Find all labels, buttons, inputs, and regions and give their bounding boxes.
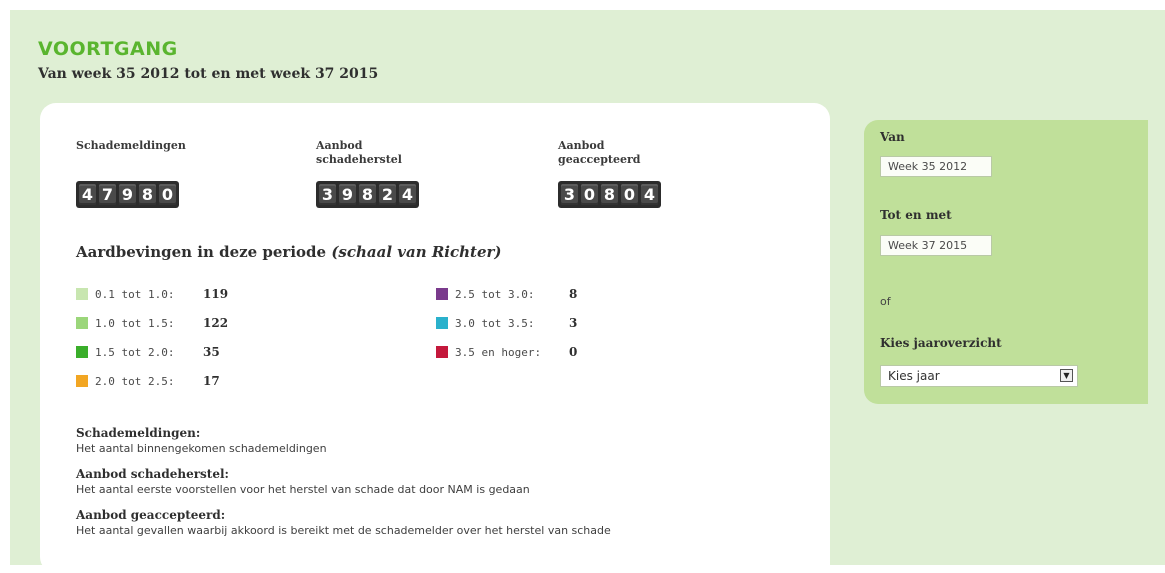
legend-item: 0.1 tot 1.0: 119 xyxy=(76,286,228,302)
counter-digit: 7 xyxy=(99,184,116,205)
legend-item: 1.0 tot 1.5: 122 xyxy=(76,315,228,331)
definition-title: Aanbod schadeherstel: xyxy=(76,467,229,481)
counter-digit: 8 xyxy=(139,184,156,205)
counter-digit: 0 xyxy=(581,184,598,205)
counter-label: Aanbod schadeherstel xyxy=(316,139,402,166)
to-week-input[interactable] xyxy=(880,235,992,256)
legend-item: 2.5 tot 3.0: 8 xyxy=(436,286,577,302)
legend-item: 3.0 tot 3.5: 3 xyxy=(436,315,577,331)
definition-title: Schademeldingen: xyxy=(76,426,201,440)
legend-count: 35 xyxy=(203,345,220,359)
legend-item: 3.5 en hoger: 0 xyxy=(436,344,577,360)
legend-swatch xyxy=(436,288,448,300)
counter-digit: 0 xyxy=(621,184,638,205)
counter-digit: 4 xyxy=(399,184,416,205)
progress-card: Schademeldingen 4 7 9 8 0 Aanbod schadeh… xyxy=(40,103,830,573)
legend-count: 0 xyxy=(569,345,578,359)
counter-digit: 3 xyxy=(561,184,578,205)
earthquakes-heading-text: Aardbevingen in deze periode xyxy=(76,243,327,261)
year-overview-label: Kies jaaroverzicht xyxy=(880,336,1002,350)
definition-schademeldingen: Schademeldingen: Het aantal binnengekome… xyxy=(76,426,327,456)
legend-count: 119 xyxy=(203,287,229,301)
legend-swatch xyxy=(76,317,88,329)
counter-aanbod-geaccepteerd: Aanbod geaccepteerd 3 0 8 0 4 xyxy=(558,139,661,208)
earthquakes-heading: Aardbevingen in deze periode (schaal van… xyxy=(76,243,502,261)
digit-counter: 3 0 8 0 4 xyxy=(558,181,661,208)
counter-digit: 8 xyxy=(601,184,618,205)
legend-range: 3.5 en hoger: xyxy=(455,345,542,359)
year-select-value: Kies jaar xyxy=(888,369,940,383)
legend-swatch xyxy=(436,346,448,358)
page-subtitle: Van week 35 2012 tot en met week 37 2015 xyxy=(38,66,379,82)
legend-range: 2.5 tot 3.0: xyxy=(455,287,535,301)
counter-aanbod-schadeherstel: Aanbod schadeherstel 3 9 8 2 4 xyxy=(316,139,419,208)
digit-counter: 3 9 8 2 4 xyxy=(316,181,419,208)
legend-range: 3.0 tot 3.5: xyxy=(455,316,535,330)
legend-swatch xyxy=(436,317,448,329)
legend-swatch xyxy=(76,346,88,358)
legend-count: 3 xyxy=(569,316,578,330)
definition-aanbod-schadeherstel: Aanbod schadeherstel: Het aantal eerste … xyxy=(76,467,530,497)
counter-label: Aanbod geaccepteerd xyxy=(558,139,641,166)
from-label: Van xyxy=(880,130,905,144)
definition-title: Aanbod geaccepteerd: xyxy=(76,508,226,522)
counter-schademeldingen: Schademeldingen 4 7 9 8 0 xyxy=(76,139,186,208)
legend-count: 17 xyxy=(203,374,220,388)
legend-range: 2.0 tot 2.5: xyxy=(95,374,175,388)
definition-text: Het aantal gevallen waarbij akkoord is b… xyxy=(76,524,611,537)
from-week-input[interactable] xyxy=(880,156,992,177)
legend-range: 0.1 tot 1.0: xyxy=(95,287,175,301)
earthquakes-heading-scale: (schaal van Richter) xyxy=(331,243,502,261)
chevron-down-icon[interactable]: ▼ xyxy=(1060,369,1073,382)
definition-text: Het aantal binnengekomen schademeldingen xyxy=(76,442,327,455)
counter-digit: 0 xyxy=(159,184,176,205)
legend-count: 8 xyxy=(569,287,578,301)
counter-digit: 9 xyxy=(119,184,136,205)
legend-item: 2.0 tot 2.5: 17 xyxy=(76,373,220,389)
to-label: Tot en met xyxy=(880,208,952,222)
legend-item: 1.5 tot 2.0: 35 xyxy=(76,344,220,360)
period-filter-panel: Van Tot en met of Kies jaaroverzicht Kie… xyxy=(864,120,1148,404)
definition-text: Het aantal eerste voorstellen voor het h… xyxy=(76,483,530,496)
legend-range: 1.0 tot 1.5: xyxy=(95,316,175,330)
counter-digit: 2 xyxy=(379,184,396,205)
counter-digit: 3 xyxy=(319,184,336,205)
legend-range: 1.5 tot 2.0: xyxy=(95,345,175,359)
legend-swatch xyxy=(76,375,88,387)
legend-swatch xyxy=(76,288,88,300)
counter-digit: 4 xyxy=(641,184,658,205)
counter-digit: 4 xyxy=(79,184,96,205)
definition-aanbod-geaccepteerd: Aanbod geaccepteerd: Het aantal gevallen… xyxy=(76,508,611,538)
or-text: of xyxy=(880,295,891,308)
legend-count: 122 xyxy=(203,316,229,330)
year-select[interactable]: Kies jaar ▼ xyxy=(880,365,1078,387)
counter-digit: 9 xyxy=(339,184,356,205)
counter-label: Schademeldingen xyxy=(76,139,186,152)
counter-digit: 8 xyxy=(359,184,376,205)
digit-counter: 4 7 9 8 0 xyxy=(76,181,179,208)
page-title: VOORTGANG xyxy=(38,38,178,60)
